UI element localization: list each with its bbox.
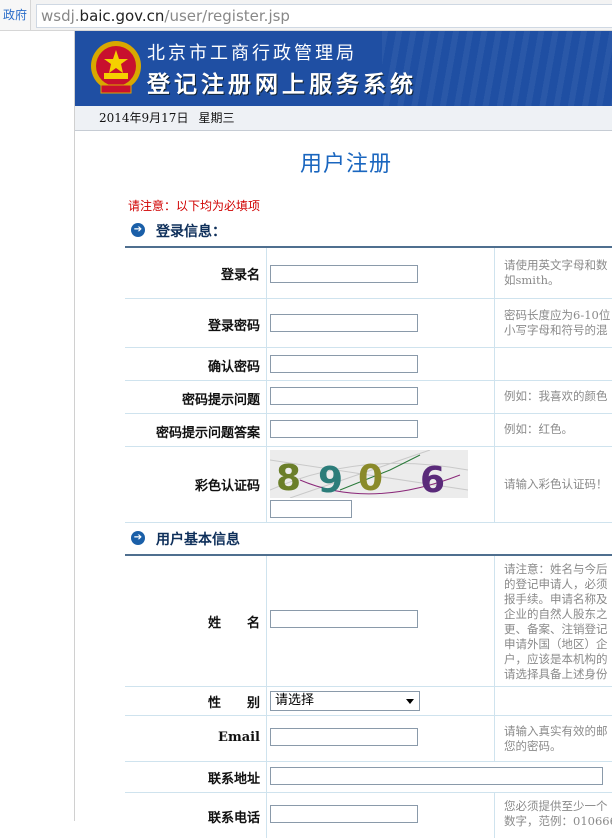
section-title: 用户基本信息 [156, 532, 240, 548]
row-confirm-password: 确认密码 [125, 348, 612, 381]
confirm-password-input[interactable] [270, 355, 418, 373]
field-label: 彩色认证码 [194, 479, 260, 494]
address-bar[interactable]: wsdj.baic.gov.cn/user/register.jsp [36, 4, 612, 28]
field-tip: 您必须提供至少一个 数字，范例：010666 [504, 799, 612, 828]
site-banner: 北京市工商行政管理局 登记注册网上服务系统 [75, 31, 612, 106]
field-label: 性 别 [207, 696, 260, 711]
answer-input[interactable] [270, 420, 418, 438]
phone-input[interactable] [270, 805, 418, 823]
question-input[interactable] [270, 387, 418, 405]
url-prefix: wsdj. [41, 7, 80, 25]
row-address: 联系地址 [125, 762, 612, 793]
national-emblem-icon [91, 41, 141, 94]
system-name: 登记注册网上服务系统 [147, 72, 417, 98]
captcha-image[interactable]: 8906 8 9 0 6 [270, 450, 468, 498]
section-login: ➔ 登录信息： [125, 215, 612, 248]
address-input[interactable] [270, 767, 603, 785]
svg-text:9: 9 [318, 460, 343, 498]
row-username: 登录名 请使用英文字母和数 如smith。 [125, 248, 612, 299]
page-title: 用户注册 [300, 152, 393, 177]
field-label: Email [218, 730, 260, 745]
svg-text:0: 0 [358, 458, 383, 498]
row-captcha: 彩色认证码 8906 8 9 0 6 请输入彩色认证码！ [125, 447, 612, 523]
url-host: baic.gov.cn [79, 7, 165, 25]
field-tip: 请输入真实有效的邮 您的密码。 [504, 724, 608, 753]
field-label: 确认密码 [207, 360, 260, 375]
section-basic-info: ➔ 用户基本信息 [125, 523, 612, 556]
field-label: 登录名 [220, 268, 260, 283]
current-weekday: 星期三 [198, 111, 235, 125]
captcha-input[interactable] [270, 500, 352, 518]
field-tip: 请使用英文字母和数 如smith。 [504, 258, 608, 287]
username-input[interactable] [270, 265, 418, 283]
section-title: 登录信息： [156, 224, 226, 240]
chevron-down-icon [406, 699, 414, 704]
field-tip: 例如：红色。 [504, 422, 573, 436]
current-date: 2014年9月17日 [99, 111, 189, 125]
svg-text:8: 8 [276, 458, 301, 498]
field-tip: 请注意：姓名与今后 的登记申请人，必须 报手续。申请名称及 企业的自然人股东之 … [504, 562, 608, 681]
gender-select[interactable]: 请选择 [270, 691, 420, 711]
url-path: /user/register.jsp [164, 7, 290, 25]
svg-text:6: 6 [420, 460, 445, 498]
row-email: Email 请输入真实有效的邮 您的密码。 [125, 716, 612, 762]
field-label: 密码提示问题答案 [155, 426, 260, 441]
browser-toolbar: 政府 wsdj.baic.gov.cn/user/register.jsp [0, 0, 612, 31]
field-label: 姓 名 [207, 616, 260, 631]
field-tip: 请输入彩色认证码！ [504, 477, 608, 491]
password-input[interactable] [270, 314, 418, 332]
bookmark-tab[interactable]: 政府 [0, 0, 31, 30]
bureau-name: 北京市工商行政管理局 [147, 43, 357, 64]
arrow-right-icon: ➔ [131, 531, 145, 545]
field-tip: 例如：我喜欢的颜色 [504, 389, 608, 403]
date-bar: 2014年9月17日 星期三 [75, 106, 612, 131]
field-label: 登录密码 [207, 319, 260, 334]
arrow-right-icon: ➔ [131, 223, 145, 237]
row-password: 登录密码 密码长度应为6-10位 小写字母和符号的混 [125, 299, 612, 348]
row-phone: 联系电话 您必须提供至少一个 数字，范例：010666 [125, 793, 612, 838]
row-gender: 性 别 请选择 [125, 687, 612, 716]
left-margin [0, 31, 75, 821]
field-label: 联系地址 [207, 772, 260, 787]
row-name: 姓 名 请注意：姓名与今后 的登记申请人，必须 报手续。申请名称及 企业的自然人… [125, 556, 612, 687]
field-label: 密码提示问题 [181, 393, 260, 408]
register-form: ➔ 登录信息： 登录名 请使用英文字母和数 如smith。 登录密码 密码长度应为… [125, 215, 612, 838]
required-note: 请注意：以下均为必填项 [128, 199, 261, 213]
name-input[interactable] [270, 610, 418, 628]
email-input[interactable] [270, 728, 418, 746]
field-label: 联系电话 [207, 811, 260, 826]
row-question: 密码提示问题 例如：我喜欢的颜色 [125, 381, 612, 414]
row-answer: 密码提示问题答案 例如：红色。 [125, 414, 612, 447]
field-tip: 密码长度应为6-10位 小写字母和符号的混 [504, 308, 611, 337]
